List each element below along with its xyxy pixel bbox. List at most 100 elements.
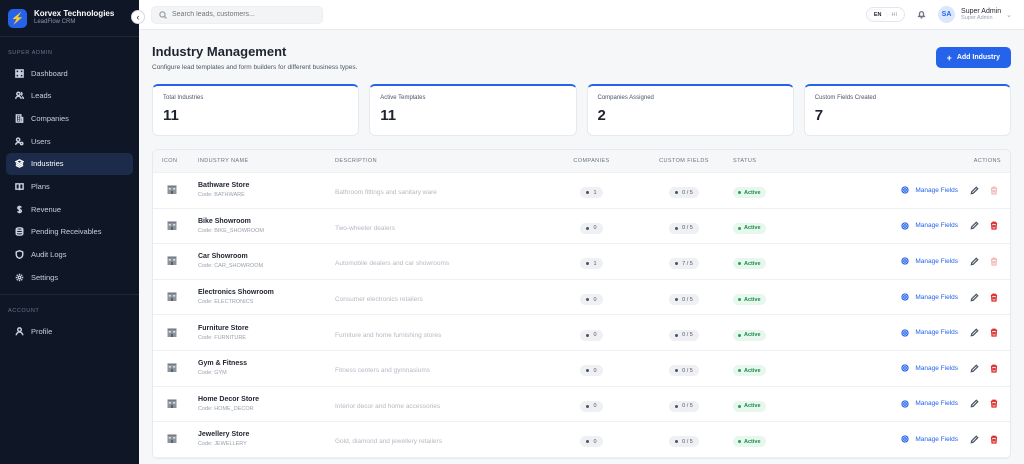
custom-fields-count: 0 / 5: [682, 225, 693, 232]
manage-fields-button[interactable]: Manage Fields: [901, 364, 958, 372]
sidebar-item-label: Revenue: [31, 204, 62, 214]
dot-icon: [586, 404, 590, 408]
custom-fields-badge: 7 / 5: [669, 258, 699, 270]
edit-button[interactable]: [970, 399, 979, 408]
manage-fields-button[interactable]: Manage Fields: [901, 293, 958, 301]
industry-building-icon: [167, 328, 177, 337]
sidebar-item-label: Leads: [31, 91, 52, 101]
manage-fields-button[interactable]: Manage Fields: [901, 186, 958, 194]
manage-fields-button[interactable]: Manage Fields: [901, 257, 958, 266]
delete-button: [990, 186, 998, 195]
topbar: EN HI SA Super Admin Super Admin ⌄: [139, 0, 1024, 30]
search-box[interactable]: [151, 5, 323, 24]
companies-count-badge: 0: [580, 436, 603, 448]
search-input[interactable]: [172, 11, 312, 18]
custom-fields-badge: 0 / 5: [669, 400, 699, 412]
companies-count-badge: 0: [580, 294, 603, 306]
sidebar-item-settings[interactable]: Settings: [6, 266, 133, 288]
lang-hi[interactable]: HI: [887, 10, 903, 20]
edit-button[interactable]: [970, 364, 979, 373]
collapse-sidebar-button[interactable]: ‹: [131, 10, 145, 24]
industry-building-icon: [167, 363, 177, 373]
dot-icon: [586, 440, 590, 444]
notification-button[interactable]: [917, 10, 926, 19]
trash-icon: [990, 399, 998, 409]
industry-code: Code: HOME_DECOR: [198, 405, 254, 412]
search-icon: [159, 10, 167, 19]
dot-icon: [586, 333, 590, 337]
lang-en[interactable]: EN: [868, 9, 887, 20]
edit-button[interactable]: [970, 186, 979, 195]
delete-button[interactable]: [990, 435, 998, 444]
industry-description: Bathroom fittings and sanitary ware: [335, 189, 437, 197]
status-badge: Active: [733, 400, 766, 412]
pencil-icon: [970, 186, 979, 195]
dollar-icon: [14, 204, 24, 214]
edit-button[interactable]: [970, 292, 979, 302]
dot-icon: [586, 369, 590, 373]
edit-button[interactable]: [970, 257, 979, 266]
trash-icon: [990, 364, 998, 373]
sidebar-item-plans[interactable]: Plans: [6, 175, 133, 197]
gear-icon: [901, 329, 909, 337]
edit-button[interactable]: [970, 328, 979, 337]
manage-fields-button[interactable]: Manage Fields: [901, 400, 958, 408]
trash-icon: [990, 293, 998, 302]
sidebar-item-industries[interactable]: Industries: [6, 152, 133, 175]
industry-building-icon: [167, 399, 177, 408]
industry-name: Home Decor Store: [198, 395, 260, 403]
delete-button[interactable]: [990, 221, 998, 231]
brand-name: Korvex Technologies: [34, 9, 115, 19]
add-industry-button[interactable]: + Add Industry: [935, 47, 1011, 68]
industry-code: Code: JEWELLERY: [198, 441, 247, 448]
users-icon: [14, 91, 24, 101]
edit-button[interactable]: [970, 221, 979, 230]
industry-name: Car Showroom: [198, 253, 248, 261]
account-nav: Profile: [0, 320, 139, 342]
sidebar-item-users[interactable]: Users: [6, 130, 133, 152]
page-title: Industry Management: [152, 44, 287, 59]
stat-value: 11: [380, 107, 397, 124]
status-text: Active: [744, 332, 761, 339]
sidebar-item-revenue[interactable]: Revenue: [6, 198, 133, 220]
sidebar-item-profile[interactable]: Profile: [6, 320, 133, 342]
sidebar-item-pending-receivables[interactable]: Pending Receivables: [6, 221, 133, 243]
status-badge: Active: [733, 329, 766, 341]
status-badge: Active: [733, 258, 766, 270]
sidebar-item-label: Companies: [31, 113, 69, 123]
manage-fields-button[interactable]: Manage Fields: [901, 435, 958, 444]
edit-button[interactable]: [970, 435, 979, 444]
status-badge: Active: [733, 365, 766, 377]
industry-code: Code: CAR_SHOWROOM: [198, 263, 264, 270]
sidebar-item-audit-logs[interactable]: Audit Logs: [6, 244, 133, 266]
custom-fields-count: 0 / 5: [682, 296, 693, 303]
manage-fields-label: Manage Fields: [915, 257, 958, 265]
header-custom-fields: CUSTOM FIELDS: [659, 158, 709, 164]
user-menu[interactable]: Super Admin Super Admin: [961, 8, 1001, 22]
gear-icon: [901, 222, 909, 230]
dot-icon: [675, 298, 679, 302]
industry-building-icon: [167, 221, 177, 230]
dot-icon: [586, 226, 590, 230]
companies-count: 1: [593, 260, 597, 267]
dot-icon: [675, 440, 679, 444]
dot-icon: [675, 404, 679, 408]
chevron-down-icon[interactable]: ⌄: [1006, 11, 1012, 19]
brand[interactable]: ⚡ Korvex Technologies LeadFlow CRM: [0, 0, 139, 37]
dot-icon: [675, 191, 679, 195]
manage-fields-button[interactable]: Manage Fields: [901, 222, 958, 230]
delete-button[interactable]: [990, 364, 998, 373]
sidebar-item-label: Settings: [31, 272, 59, 282]
language-switch[interactable]: EN HI: [865, 7, 906, 22]
dot-icon: [738, 298, 741, 302]
sidebar-item-companies[interactable]: Companies: [6, 107, 133, 129]
delete-button[interactable]: [990, 399, 998, 409]
sidebar-item-leads[interactable]: Leads: [6, 85, 133, 107]
gear-icon: [14, 272, 24, 282]
manage-fields-button[interactable]: Manage Fields: [901, 329, 958, 337]
delete-button[interactable]: [990, 328, 998, 337]
status-text: Active: [744, 367, 761, 374]
avatar[interactable]: SA: [938, 6, 956, 23]
sidebar-item-dashboard[interactable]: Dashboard: [6, 62, 133, 84]
delete-button[interactable]: [990, 293, 998, 302]
